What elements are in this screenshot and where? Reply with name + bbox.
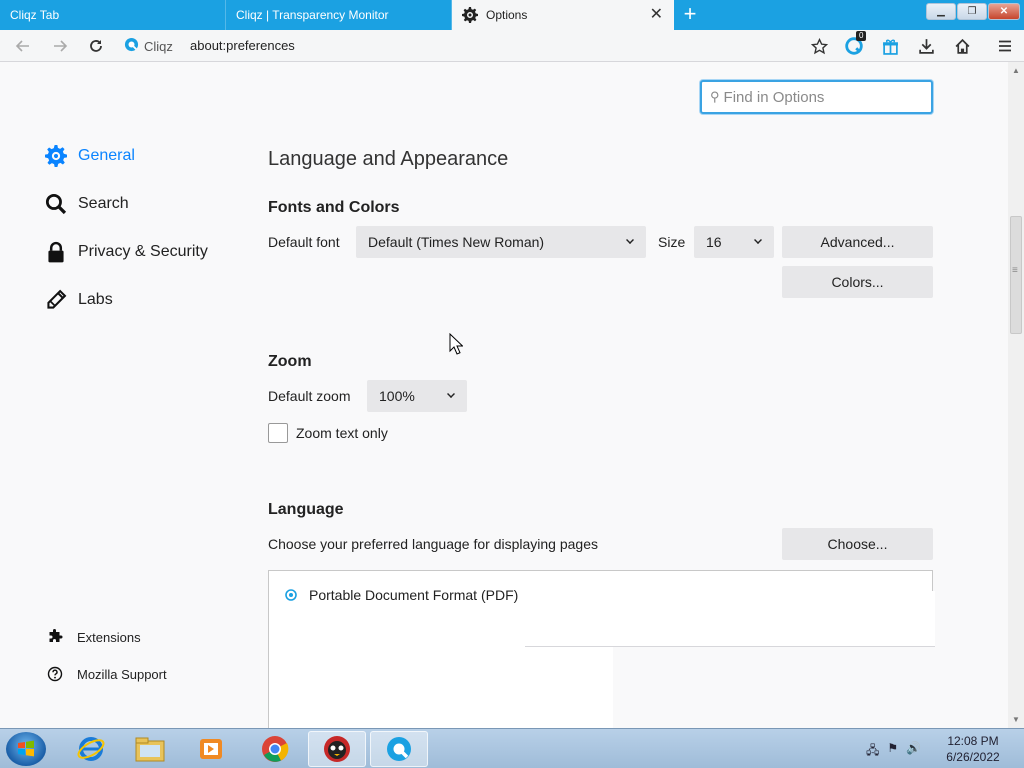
downloads-icon[interactable] (916, 36, 936, 56)
list-item[interactable]: Portable Document Format (PDF) (285, 587, 518, 603)
gift-icon[interactable] (880, 36, 900, 56)
fonts-colors-heading: Fonts and Colors (268, 199, 400, 216)
zoom-heading: Zoom (268, 353, 312, 370)
system-tray: 🖧 ⚑ 🔊 (866, 741, 921, 762)
chevron-down-icon (447, 390, 455, 398)
pdf-file-icon (285, 588, 297, 602)
file-explorer-icon[interactable] (121, 731, 179, 767)
help-icon (46, 666, 64, 682)
media-player-icon[interactable] (182, 731, 240, 767)
zoom-text-only-checkbox[interactable] (268, 423, 288, 443)
cliqz-control-center-icon[interactable]: 0 (844, 31, 867, 56)
default-font-label: Default font (268, 234, 340, 250)
identity-label: Cliqz (144, 38, 173, 54)
tab-label: Cliqz Tab (10, 8, 60, 22)
sidebar-item-label: Labs (78, 291, 113, 308)
forward-icon[interactable] (50, 36, 70, 56)
identity-box[interactable]: Cliqz (124, 37, 173, 55)
lock-icon (44, 240, 68, 264)
minimize-button[interactable]: ▁ (926, 3, 956, 20)
rendering-artifact (525, 591, 935, 647)
zoom-text-only-label[interactable]: Zoom text only (296, 425, 388, 441)
tab-label: Options (486, 8, 528, 22)
tab-strip: Cliqz Tab Cliqz | Transparency Monitor O… (0, 0, 1024, 30)
pencil-icon (44, 288, 68, 312)
applications-list: Portable Document Format (PDF) (268, 570, 935, 729)
scroll-down-arrow-icon[interactable]: ▼ (1012, 715, 1020, 724)
clock-date: 6/26/2022 (946, 750, 1000, 764)
chevron-down-icon (754, 236, 762, 244)
tab-options[interactable]: Options ✕ (452, 0, 674, 30)
url-bar[interactable]: about:preferences (190, 38, 295, 53)
choose-language-button[interactable]: Choose... (782, 528, 933, 560)
sidebar-item-label: Search (78, 195, 129, 212)
mozilla-support-label: Mozilla Support (77, 666, 167, 682)
chrome-icon[interactable] (246, 731, 304, 767)
sidebar-item-search[interactable]: Search (44, 192, 129, 216)
navigation-toolbar: Cliqz about:preferences 0 (0, 30, 1024, 62)
cliqz-logo-icon (124, 37, 139, 55)
preferences-page: ⚲ General Search Privacy & Security Labs… (0, 62, 1008, 729)
gear-icon (462, 7, 478, 23)
back-icon[interactable] (13, 36, 33, 56)
new-tab-button[interactable]: + (679, 3, 701, 26)
mouse-cursor-icon (449, 332, 464, 358)
rendering-artifact (613, 647, 935, 729)
close-window-button[interactable]: ✕ (988, 3, 1020, 20)
font-size-label: Size (658, 234, 686, 250)
font-size-value: 16 (706, 234, 722, 250)
game-app-icon[interactable] (308, 731, 366, 767)
extensions-label: Extensions (77, 629, 141, 645)
language-description: Choose your preferred language for displ… (268, 536, 598, 552)
colors-button[interactable]: Colors... (782, 266, 933, 298)
default-zoom-value: 100% (379, 388, 415, 404)
default-font-value: Default (Times New Roman) (368, 234, 545, 250)
scroll-thumb[interactable] (1010, 216, 1022, 334)
search-icon (44, 192, 68, 216)
default-zoom-label: Default zoom (268, 388, 351, 404)
windows-taskbar: 🖧 ⚑ 🔊 12:08 PM 6/26/2022 (0, 728, 1024, 768)
default-font-select[interactable]: Default (Times New Roman) (356, 226, 646, 258)
start-button[interactable] (6, 732, 46, 766)
internet-explorer-icon[interactable] (62, 731, 120, 767)
default-zoom-select[interactable]: 100% (367, 380, 467, 412)
sidebar-item-label: Privacy & Security (78, 243, 208, 260)
hamburger-menu-icon[interactable] (995, 36, 1015, 56)
close-icon[interactable]: ✕ (650, 7, 663, 23)
puzzle-icon (46, 629, 64, 645)
system-clock[interactable]: 12:08 PM 6/26/2022 (930, 733, 1016, 765)
language-heading: Language (268, 501, 344, 518)
clock-time: 12:08 PM (947, 734, 999, 748)
chevron-down-icon (626, 236, 634, 244)
tab-cliqz-tab[interactable]: Cliqz Tab (0, 0, 226, 30)
home-icon[interactable] (952, 36, 972, 56)
cliqz-badge: 0 (856, 31, 867, 41)
sidebar-item-privacy-security[interactable]: Privacy & Security (44, 240, 208, 264)
sidebar-item-general[interactable]: General (44, 144, 135, 168)
extensions-link[interactable]: Extensions (46, 629, 141, 645)
vertical-scrollbar[interactable]: ▲ ▼ (1008, 62, 1024, 728)
main-pane: Language and Appearance Fonts and Colors… (268, 62, 935, 729)
advanced-fonts-button[interactable]: Advanced... (782, 226, 933, 258)
tab-label: Cliqz | Transparency Monitor (236, 8, 389, 22)
cliqz-browser-icon[interactable] (370, 731, 428, 767)
bookmark-star-icon[interactable] (809, 36, 829, 56)
gear-icon (44, 144, 68, 168)
font-size-select[interactable]: 16 (694, 226, 774, 258)
page-title: Language and Appearance (268, 148, 509, 170)
reload-icon[interactable] (86, 36, 106, 56)
content-type-label: Portable Document Format (PDF) (309, 587, 519, 603)
mozilla-support-link[interactable]: Mozilla Support (46, 666, 167, 682)
sidebar-item-labs[interactable]: Labs (44, 288, 113, 312)
volume-icon[interactable]: 🔊 (906, 741, 921, 762)
action-center-icon[interactable]: ⚑ (887, 741, 898, 762)
sidebar-item-label: General (78, 147, 135, 164)
tab-transparency-monitor[interactable]: Cliqz | Transparency Monitor (226, 0, 452, 30)
network-icon[interactable]: 🖧 (866, 741, 879, 762)
maximize-button[interactable]: ❐ (957, 3, 987, 20)
scroll-up-arrow-icon[interactable]: ▲ (1012, 66, 1020, 75)
